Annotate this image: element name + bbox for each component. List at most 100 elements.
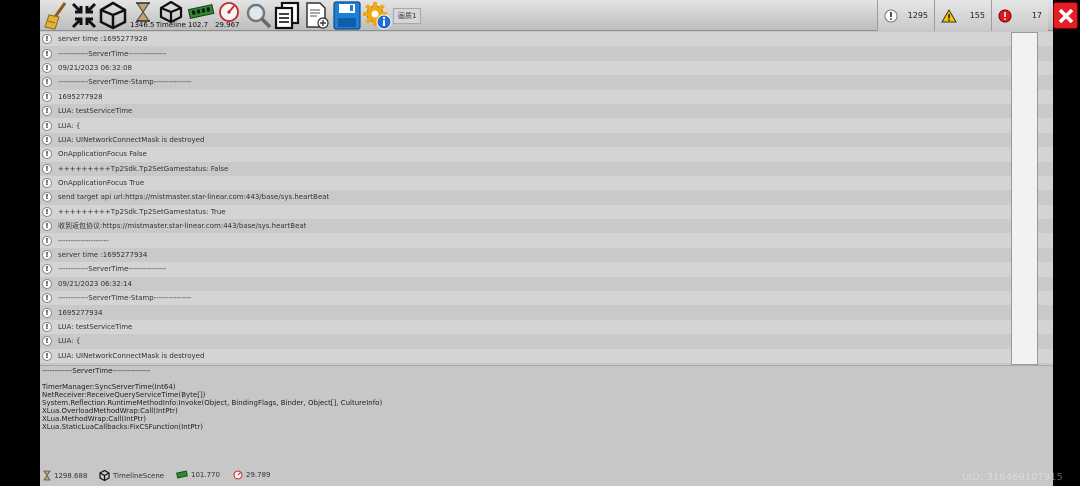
info-icon: ! <box>42 34 52 45</box>
info-count: 1295 <box>907 11 928 20</box>
gear-info-icon <box>363 2 392 30</box>
log-message: 1695277928 <box>58 92 103 101</box>
log-row[interactable]: ! LUA: testServiceTime <box>40 103 1053 119</box>
footer-fps: 29.789 <box>233 470 271 480</box>
clear-button[interactable] <box>43 1 71 30</box>
copy-button[interactable] <box>273 1 301 30</box>
log-message: LUA: { <box>58 121 81 130</box>
log-row[interactable]: ! server time :1695277934 <box>40 247 1053 263</box>
search-button[interactable] <box>245 1 273 30</box>
fps-value: 29.967 <box>215 21 240 29</box>
info-filter[interactable]: 1295 <box>877 0 934 31</box>
log-row[interactable]: ! OnApplicationFocus True <box>40 175 1053 191</box>
stack-line: TimerManager:SyncServerTime(Int64) <box>42 383 176 391</box>
log-message: send target api url:https://mistmaster.s… <box>58 193 330 202</box>
log-row[interactable]: ! server time :1695277928 <box>40 32 1053 47</box>
log-row[interactable]: ! LUA: testServiceTime <box>40 319 1053 335</box>
log-row[interactable]: ! ------------ServerTime-Stamp-----------… <box>40 291 1053 306</box>
info-icon: ! <box>42 206 52 217</box>
log-row[interactable]: ! 1695277934 <box>40 305 1053 320</box>
log-row[interactable]: ! 1695277928 <box>40 89 1053 104</box>
memory-display: 102.7 <box>186 1 216 30</box>
info-icon: ! <box>42 192 52 203</box>
log-message: ------------ServerTime--------------- <box>58 265 167 274</box>
footer-fps-value: 29.789 <box>246 471 271 479</box>
footer-time: 1298.688 <box>43 470 87 481</box>
log-message: +++++++++Tp2Sdk.Tp2SetGamestatus: False <box>58 164 229 173</box>
log-row[interactable]: ! ------------ServerTime--------------- <box>40 262 1053 277</box>
save-button[interactable] <box>332 1 362 30</box>
timeline-button[interactable]: Timeline <box>156 1 186 30</box>
floppy-disk-icon <box>333 1 361 30</box>
info-icon <box>884 9 898 22</box>
log-row[interactable]: ! LUA: UINetworkConnectMask is destroyed <box>40 132 1053 148</box>
unity-button[interactable] <box>98 1 128 30</box>
log-row[interactable]: ! 收到返包协议:https://mistmaster.star-linear.c… <box>40 219 1053 234</box>
stack-line: XLua.OverloadMethodWrap:Call(IntPtr) <box>42 407 178 415</box>
log-message: 1695277934 <box>58 308 103 317</box>
left-black-bar <box>0 0 40 486</box>
log-message: ------------ServerTime-Stamp------------… <box>58 78 192 87</box>
info-icon: ! <box>42 235 52 246</box>
memory-value: 102.7 <box>188 21 209 29</box>
gauge-icon <box>219 2 239 22</box>
log-row[interactable]: ! OnApplicationFocus False <box>40 147 1053 162</box>
log-message: OnApplicationFocus True <box>58 179 145 188</box>
memory-chip-icon <box>187 3 215 19</box>
log-message: 收到返包协议:https://mistmaster.star-linear.co… <box>58 222 307 231</box>
unity-logo-icon <box>99 1 127 30</box>
right-black-bar <box>1053 0 1080 486</box>
stack-line: System.Reflection.RuntimeMethodInfo:Invo… <box>42 399 383 407</box>
log-row[interactable]: ! LUA: { <box>40 334 1053 349</box>
error-icon <box>998 9 1012 22</box>
warning-filter[interactable]: 155 <box>934 0 991 31</box>
log-row[interactable]: ! 09/21/2023 06:32:14 <box>40 276 1053 292</box>
info-icon: ! <box>42 178 52 189</box>
info-icon: ! <box>42 336 52 347</box>
log-message: LUA: testServiceTime <box>58 107 133 116</box>
log-message: server time :1695277928 <box>58 35 148 44</box>
log-row[interactable]: ! 09/21/2023 06:32:08 <box>40 60 1053 76</box>
log-message: LUA: testServiceTime <box>58 323 133 331</box>
log-message: 09/21/2023 06:32:14 <box>58 279 133 288</box>
uid-watermark: UID: 316469107915 <box>962 472 1063 483</box>
footer-memory-value: 101.770 <box>191 470 220 479</box>
log-scrollbar[interactable] <box>1011 32 1038 365</box>
log-row[interactable]: ! LUA: { <box>40 118 1053 133</box>
unity-logo-icon <box>99 470 110 481</box>
error-filter[interactable]: 17 <box>991 0 1048 31</box>
info-icon: ! <box>42 264 52 275</box>
info-icon: ! <box>42 322 52 332</box>
add-document-icon <box>306 2 329 29</box>
footer-scene-name: TimelineScene <box>113 471 165 480</box>
info-icon: ! <box>42 307 52 318</box>
log-row[interactable]: ! -------------------- <box>40 233 1053 248</box>
memory-chip-icon <box>176 470 188 479</box>
log-row[interactable]: ! +++++++++Tp2Sdk.Tp2SetGamestatus: True <box>40 204 1053 220</box>
log-message: -------------------- <box>58 236 109 245</box>
log-message: ------------ServerTime--------------- <box>58 49 167 58</box>
scrollbar-thumb[interactable] <box>1011 32 1038 365</box>
settings-button[interactable] <box>362 1 392 30</box>
log-row[interactable]: ! ------------ServerTime-Stamp-----------… <box>40 75 1053 90</box>
log-row[interactable]: ! ------------ServerTime--------------- <box>40 46 1053 61</box>
collapse-button[interactable] <box>70 1 98 30</box>
close-button[interactable] <box>1053 2 1078 29</box>
log-list[interactable]: ! server time :1695277928! ------------Ser… <box>40 32 1053 365</box>
info-icon: ! <box>42 77 52 88</box>
stack-line: NetReceiver:ReceiveQueryServiceTime(Byte… <box>42 391 206 399</box>
fps-display: 29.967 <box>215 1 243 30</box>
log-row[interactable]: ! LUA: UINetworkConnectMask is destroyed <box>40 348 1053 363</box>
log-row[interactable]: ! send target api url:https://mistmaster.… <box>40 190 1053 205</box>
error-count: 17 <box>1031 11 1042 20</box>
log-message: OnApplicationFocus False <box>58 150 147 159</box>
info-icon: ! <box>42 91 52 102</box>
footer-memory: 101.770 <box>176 470 220 479</box>
status-footer: 1298.688 TimelineScene 101.770 29.789 <box>40 466 1053 486</box>
info-icon: ! <box>42 106 52 117</box>
collapse-arrows-icon <box>71 2 97 29</box>
magnifier-icon <box>246 3 272 29</box>
quality-tab[interactable]: 画质1 <box>393 8 422 24</box>
add-document-button[interactable] <box>303 1 331 30</box>
log-row[interactable]: ! +++++++++Tp2Sdk.Tp2SetGamestatus: False <box>40 161 1053 176</box>
